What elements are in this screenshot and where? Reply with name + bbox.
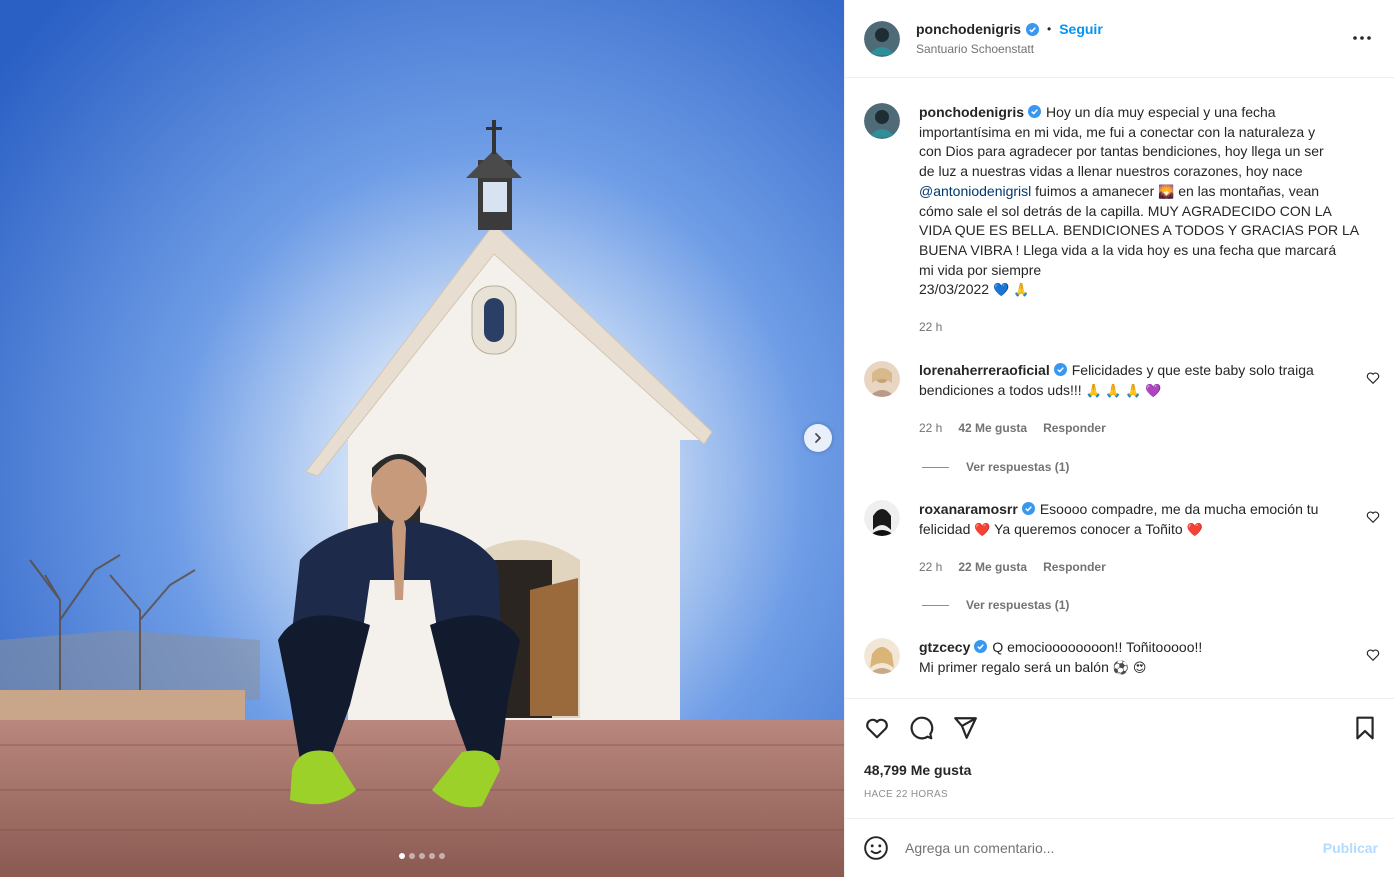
red-heart-emoji: ❤️ <box>974 521 991 537</box>
caption-timestamp[interactable]: 22 h <box>919 320 942 334</box>
author-avatar[interactable] <box>864 103 900 139</box>
comment-input[interactable] <box>905 840 1323 856</box>
soccer-ball-emoji: ⚽ <box>1112 659 1129 675</box>
view-replies-label: Ver respuestas (1) <box>966 598 1070 612</box>
follow-button[interactable]: Seguir <box>1059 21 1103 37</box>
comment-line: felicidad <box>919 520 971 537</box>
caption-line: BUENA VIBRA ! Llega vida a la vida hoy e… <box>919 241 1337 258</box>
commenter-username[interactable]: lorenaherreraoficial <box>919 362 1050 378</box>
verified-badge-icon <box>1026 22 1039 36</box>
reply-button[interactable]: Responder <box>1043 560 1106 574</box>
comment-meta: 22 h 42 Me gusta Responder <box>919 421 1106 435</box>
comment-likes-count[interactable]: 22 Me gusta <box>958 560 1027 574</box>
caption-line: mi vida por siempre <box>919 261 1042 278</box>
commenter-avatar[interactable] <box>864 500 900 536</box>
publish-button[interactable]: Publicar <box>1323 840 1378 856</box>
heart-icon[interactable] <box>864 715 890 741</box>
comment-likes-count[interactable]: 42 Me gusta <box>958 421 1027 435</box>
caption-line: de luz a nuestras vidas a llenar nuestro… <box>919 163 1303 180</box>
view-replies-label: Ver respuestas (1) <box>966 460 1070 474</box>
post-actions: 48,799 Me gusta HACE 22 HORAS <box>845 698 1394 818</box>
caption-line: cómo sale el sol detrás de la capilla. M… <box>919 202 1332 219</box>
heart-eyes-emoji: 😍 <box>1132 659 1147 675</box>
praying-hands-emoji: 🙏 🙏 🙏 💜 <box>1085 382 1162 398</box>
comment-like-heart-icon[interactable] <box>1366 648 1380 662</box>
more-options-icon[interactable] <box>1350 28 1374 48</box>
caption-line: fuimos a amanecer <box>1035 182 1155 199</box>
author-avatar[interactable] <box>864 20 900 57</box>
post-time: HACE 22 HORAS <box>864 789 948 800</box>
caption-date: 23/03/2022 <box>919 281 990 298</box>
commenter-avatar[interactable] <box>864 638 900 674</box>
chevron-right-icon <box>815 433 821 443</box>
caption-line: en las montañas, vean <box>1178 182 1320 199</box>
caption: ponchodenigris Hoy un día muy especial y … <box>864 103 1378 300</box>
author-username[interactable]: ponchodenigris <box>916 21 1021 37</box>
commenter-username[interactable]: roxanaramosrr <box>919 501 1018 517</box>
reply-button[interactable]: Responder <box>1043 421 1106 435</box>
comment-item: roxanaramosrr Esoooo compadre, me da much… <box>864 500 1378 539</box>
carousel-dot <box>429 853 435 859</box>
comment-timestamp[interactable]: 22 h <box>919 560 942 574</box>
comment-line: Esoooo compadre, me da mucha emoción tu <box>1039 501 1319 517</box>
caption-meta: 22 h <box>919 320 942 334</box>
blue-heart-emoji: 💙 <box>992 282 1010 298</box>
post-photo <box>0 0 844 877</box>
comment-line: Q emocioooooooon!! Toñitooooo!! <box>992 639 1203 655</box>
caption-mention-link[interactable]: @antoniodenigrisl <box>919 183 1031 199</box>
post-header: ponchodenigris • Seguir Santuario Schoen… <box>845 0 1394 78</box>
comment-like-heart-icon[interactable] <box>1366 371 1380 385</box>
caption-username[interactable]: ponchodenigris <box>919 104 1024 120</box>
comment-timestamp[interactable]: 22 h <box>919 421 942 435</box>
carousel-dot <box>419 853 425 859</box>
sunrise-emoji: 🌄 <box>1158 183 1175 199</box>
commenter-avatar[interactable] <box>864 361 900 397</box>
view-replies-button[interactable]: Ver respuestas (1) <box>922 460 1069 474</box>
instagram-post-modal: ponchodenigris • Seguir Santuario Schoen… <box>0 0 1394 877</box>
comment-meta: 22 h 22 Me gusta Responder <box>919 560 1106 574</box>
share-icon[interactable] <box>952 715 978 741</box>
carousel-next-button[interactable] <box>804 424 832 452</box>
carousel-dot <box>399 853 405 859</box>
comment-line: Felicidades y que este baby solo traiga <box>1071 362 1314 378</box>
comment-icon[interactable] <box>908 715 934 741</box>
comment-composer: Publicar <box>845 818 1394 877</box>
verified-badge-icon <box>1053 363 1067 376</box>
comment-text: gtzcecy Q emocioooooooon!! Toñitooooo!! M… <box>919 638 1202 677</box>
carousel-dot <box>409 853 415 859</box>
caption-line: con Dios para agradecer por tantas bendi… <box>919 143 1324 160</box>
praying-hands-emoji: 🙏 <box>1013 282 1030 298</box>
verified-badge-icon <box>1028 105 1041 118</box>
chapel-photo-image <box>0 0 844 877</box>
commenter-username[interactable]: gtzcecy <box>919 639 970 655</box>
bookmark-icon[interactable] <box>1352 715 1378 741</box>
caption-line: VIDA QUE ES BELLA. BENDICIONES A TODOS Y… <box>919 222 1360 239</box>
emoji-icon[interactable] <box>863 835 889 861</box>
carousel-indicator <box>0 853 844 859</box>
post-side-panel: ponchodenigris • Seguir Santuario Schoen… <box>844 0 1394 877</box>
comment-item: gtzcecy Q emocioooooooon!! Toñitooooo!! M… <box>864 638 1378 677</box>
carousel-dot <box>439 853 445 859</box>
caption-line: Hoy un día muy especial y una fecha <box>1046 104 1276 120</box>
verified-badge-icon <box>1021 502 1035 515</box>
comment-line: bendiciones a todos uds!!! <box>919 381 1082 398</box>
comment-line: Mi primer regalo será un balón <box>919 658 1109 675</box>
comment-text: lorenaherreraoficial Felicidades y que es… <box>919 361 1314 400</box>
caption-text: ponchodenigris Hoy un día muy especial y … <box>919 103 1359 300</box>
comment-line: Ya queremos conocer a Toñito <box>994 520 1183 537</box>
comment-like-heart-icon[interactable] <box>1366 510 1380 524</box>
likes-count[interactable]: 48,799 Me gusta <box>864 762 971 778</box>
header-separator: • <box>1047 22 1052 36</box>
caption-line: importantísima en mi vida, me fui a cone… <box>919 123 1316 140</box>
view-replies-button[interactable]: Ver respuestas (1) <box>922 598 1069 612</box>
verified-badge-icon <box>974 640 988 653</box>
post-location[interactable]: Santuario Schoenstatt <box>916 42 1103 56</box>
red-heart-emoji: ❤️ <box>1186 521 1203 537</box>
comment-text: roxanaramosrr Esoooo compadre, me da much… <box>919 500 1318 539</box>
comment-item: lorenaherreraoficial Felicidades y que es… <box>864 361 1378 400</box>
